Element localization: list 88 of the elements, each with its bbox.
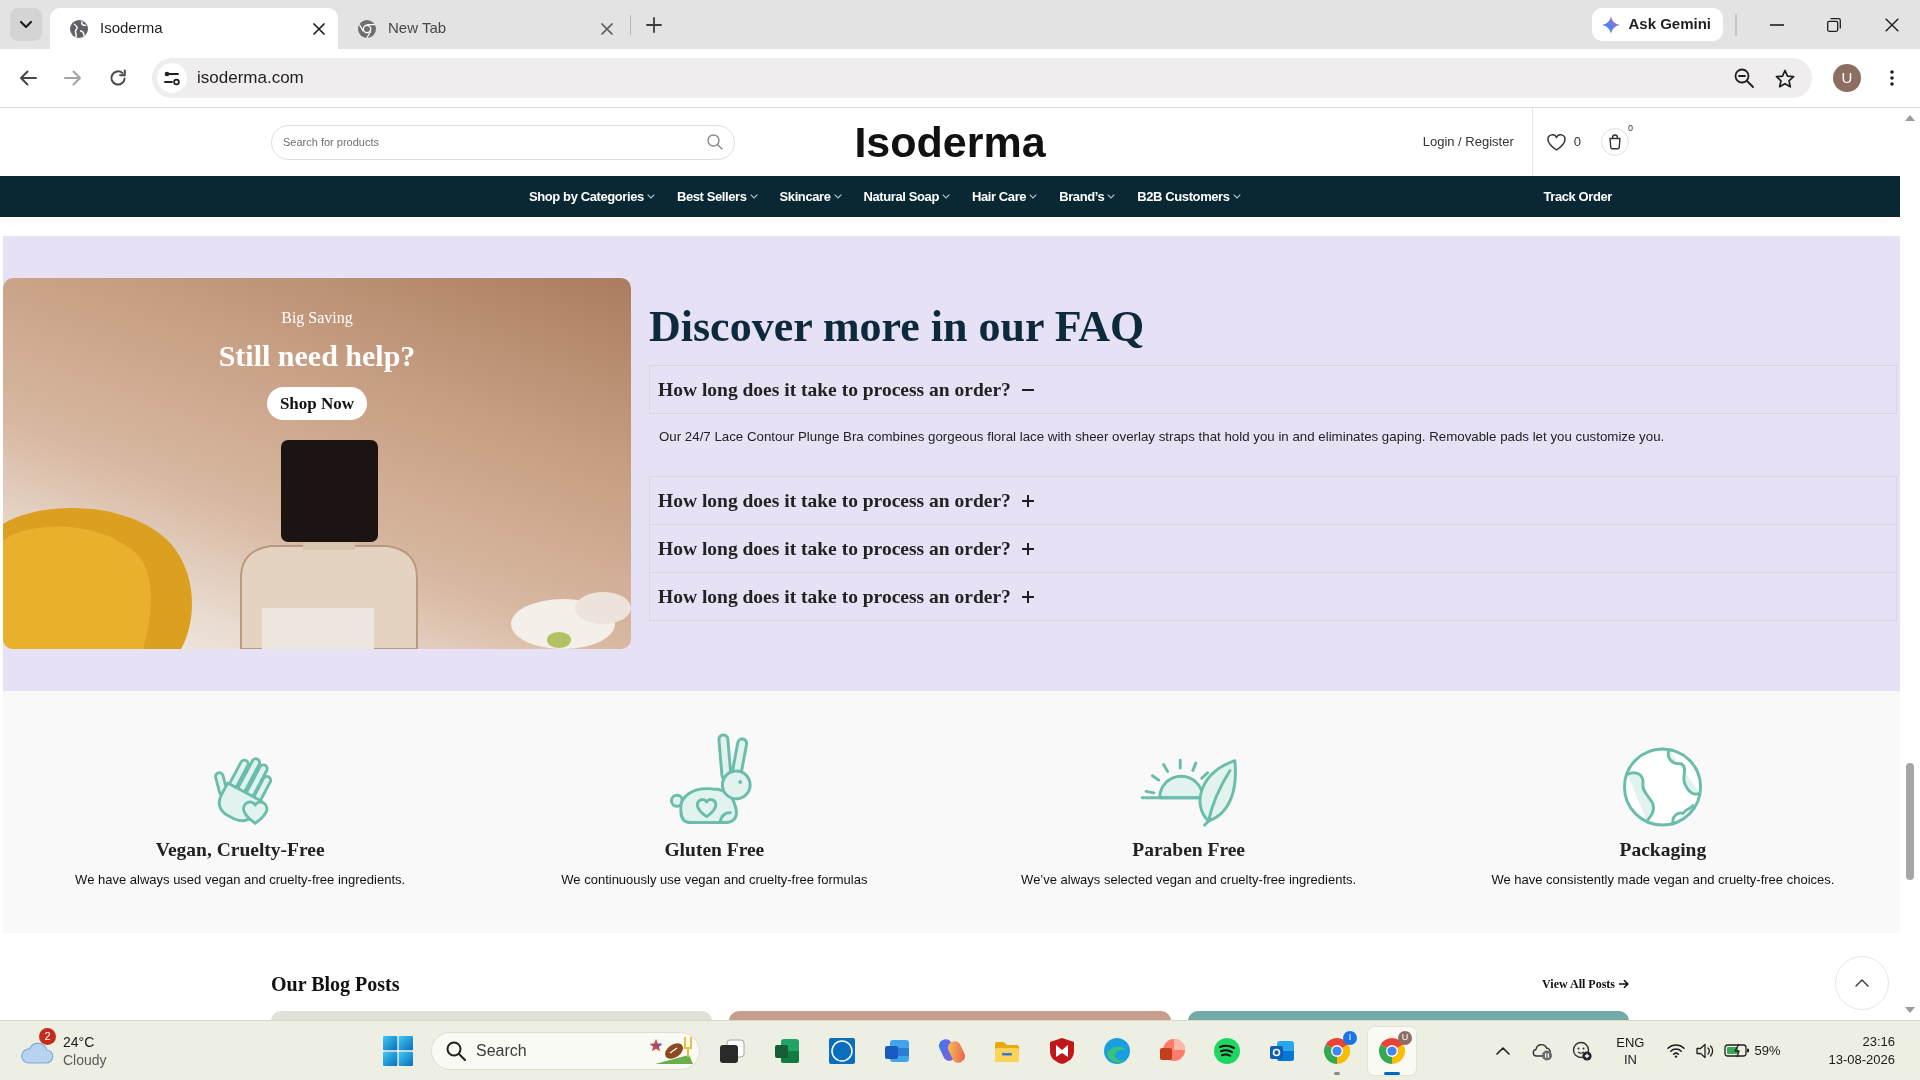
browser-tab[interactable]: New Tab: [338, 8, 626, 49]
browser-icon: [1378, 1036, 1406, 1065]
battery-percentage: 59%: [1754, 1041, 1781, 1060]
chevron-up-icon[interactable]: [1496, 1046, 1511, 1055]
taskbar-button[interactable]: U: [1368, 1026, 1416, 1075]
globe-icon: [70, 19, 88, 38]
spreadsheet-app-icon: [773, 1036, 801, 1065]
nav-link[interactable]: Brand’s: [1059, 186, 1116, 207]
nav-link[interactable]: Skincare: [779, 186, 842, 207]
faq-question[interactable]: How long does it take to process an order?: [649, 572, 1897, 621]
faq-question[interactable]: How long does it take to process an order?: [649, 365, 1897, 414]
feature-text: We have consistently made vegan and cruelty-free choices.: [1490, 871, 1836, 889]
wave-logo-icon: [1103, 1036, 1131, 1065]
restore-icon[interactable]: [1827, 17, 1841, 32]
ring-logo-icon: [828, 1036, 856, 1065]
browser-icon: [358, 19, 376, 38]
feature-text: We have always used vegan and cruelty-free ingredients.: [74, 871, 407, 889]
wishlist-link[interactable]: 0: [1546, 132, 1581, 152]
shield-icon: [1048, 1036, 1076, 1065]
feature-title: Gluten Free: [663, 838, 766, 862]
nav-link[interactable]: Natural Soap: [863, 186, 950, 207]
search-field[interactable]: Search for products: [271, 124, 735, 160]
face-plus-icon[interactable]: [1572, 1040, 1593, 1061]
zoom-out-icon[interactable]: [1734, 68, 1754, 88]
promo-title: Still need help?: [218, 339, 416, 373]
wifi-icon[interactable]: [1667, 1043, 1686, 1058]
browser-tab[interactable]: Isoderma: [50, 8, 338, 49]
profile-avatar[interactable]: U: [1833, 64, 1861, 92]
shop-now-button[interactable]: Shop Now: [266, 387, 368, 420]
blog-heading: Our Blog Posts: [271, 972, 400, 997]
login-register-link[interactable]: Login / Register: [1422, 132, 1514, 152]
feature-title: Paraben Free: [1131, 838, 1247, 862]
taskbar-search[interactable]: Search: [431, 1031, 700, 1070]
nav-link[interactable]: Best Sellers: [676, 186, 758, 207]
taskbar-button[interactable]: I: [1313, 1026, 1361, 1075]
sparkle-icon: [1602, 15, 1621, 34]
search-icon[interactable]: [707, 133, 723, 150]
site-settings-icon[interactable]: [157, 63, 187, 93]
plus-icon[interactable]: [646, 16, 662, 33]
nav-link[interactable]: Shop by Categories: [529, 186, 655, 207]
ask-gemini-button[interactable]: Ask Gemini: [1592, 8, 1723, 41]
more-menu-icon[interactable]: [1890, 70, 1894, 86]
chevron-down-icon[interactable]: [10, 8, 42, 41]
arrow-right-icon: [1619, 979, 1629, 989]
feature-title: Packaging: [1618, 838, 1708, 862]
weather-condition: Cloudy: [63, 1050, 107, 1069]
profile-badge: I: [1343, 1030, 1357, 1045]
star-icon[interactable]: [1775, 68, 1795, 88]
close-icon[interactable]: [1885, 17, 1899, 32]
globe-icon: [1622, 747, 1704, 827]
search-icon: [446, 1040, 466, 1061]
scroll-up-icon[interactable]: [1905, 115, 1915, 121]
swirl-logo-icon: [938, 1036, 966, 1065]
music-app-icon: [1213, 1036, 1241, 1065]
faq-answer: Our 24/7 Lace Contour Plunge Bra combines gorgeous floral lace with sheer overlay straps that hold you in and eliminates gaping. Removable pads let you customize you.: [658, 428, 1666, 446]
weather-alert-badge: 2: [39, 1028, 56, 1045]
scrollbar-thumb[interactable]: [1906, 763, 1914, 880]
faq-question[interactable]: How long does it take to process an order?: [649, 476, 1897, 525]
browser-icon: [1323, 1036, 1351, 1065]
shopping-bag-icon[interactable]: [1601, 128, 1629, 156]
input-language-indicator[interactable]: ENG IN: [1616, 1033, 1645, 1068]
back-icon[interactable]: [19, 70, 37, 86]
feature-title: Vegan, Cruelty-Free: [154, 838, 326, 862]
promo-eyebrow: Big Saving: [281, 308, 353, 328]
volume-icon[interactable]: [1696, 1042, 1715, 1059]
clock[interactable]: 23:16 13-08-2026: [1828, 1032, 1895, 1069]
faq-heading: Discover more in our FAQ: [649, 301, 1146, 353]
start-icon[interactable]: [383, 1035, 413, 1066]
profile-badge: U: [1398, 1030, 1412, 1045]
task-view-icon: [718, 1036, 746, 1065]
minimize-icon[interactable]: [1770, 23, 1784, 26]
nav-link[interactable]: B2B Customers: [1137, 186, 1241, 207]
nav-link[interactable]: Hair Care: [971, 186, 1038, 207]
track-order-link[interactable]: Track Order: [1543, 186, 1612, 207]
feature-text: We continuously use vegan and cruelty-free formulas: [560, 871, 869, 889]
view-all-posts-link[interactable]: View All Posts: [1542, 975, 1629, 993]
scroll-down-icon[interactable]: [1905, 1007, 1915, 1013]
reload-icon[interactable]: [109, 69, 127, 87]
site-logo[interactable]: Isoderma: [854, 120, 1046, 164]
weather-temperature: 24°C: [63, 1032, 96, 1051]
battery-icon[interactable]: [1724, 1043, 1751, 1058]
address-bar[interactable]: isoderma.com: [152, 58, 1812, 98]
feature-text: We’ve always selected vegan and cruelty-free ingredients.: [1020, 871, 1358, 889]
heart-icon: [1546, 133, 1566, 151]
sports-doodle-icon: [649, 1035, 693, 1066]
faq-question[interactable]: How long does it take to process an order?: [649, 524, 1897, 573]
close-icon[interactable]: [313, 22, 325, 35]
cart-count: 0: [1626, 123, 1635, 134]
